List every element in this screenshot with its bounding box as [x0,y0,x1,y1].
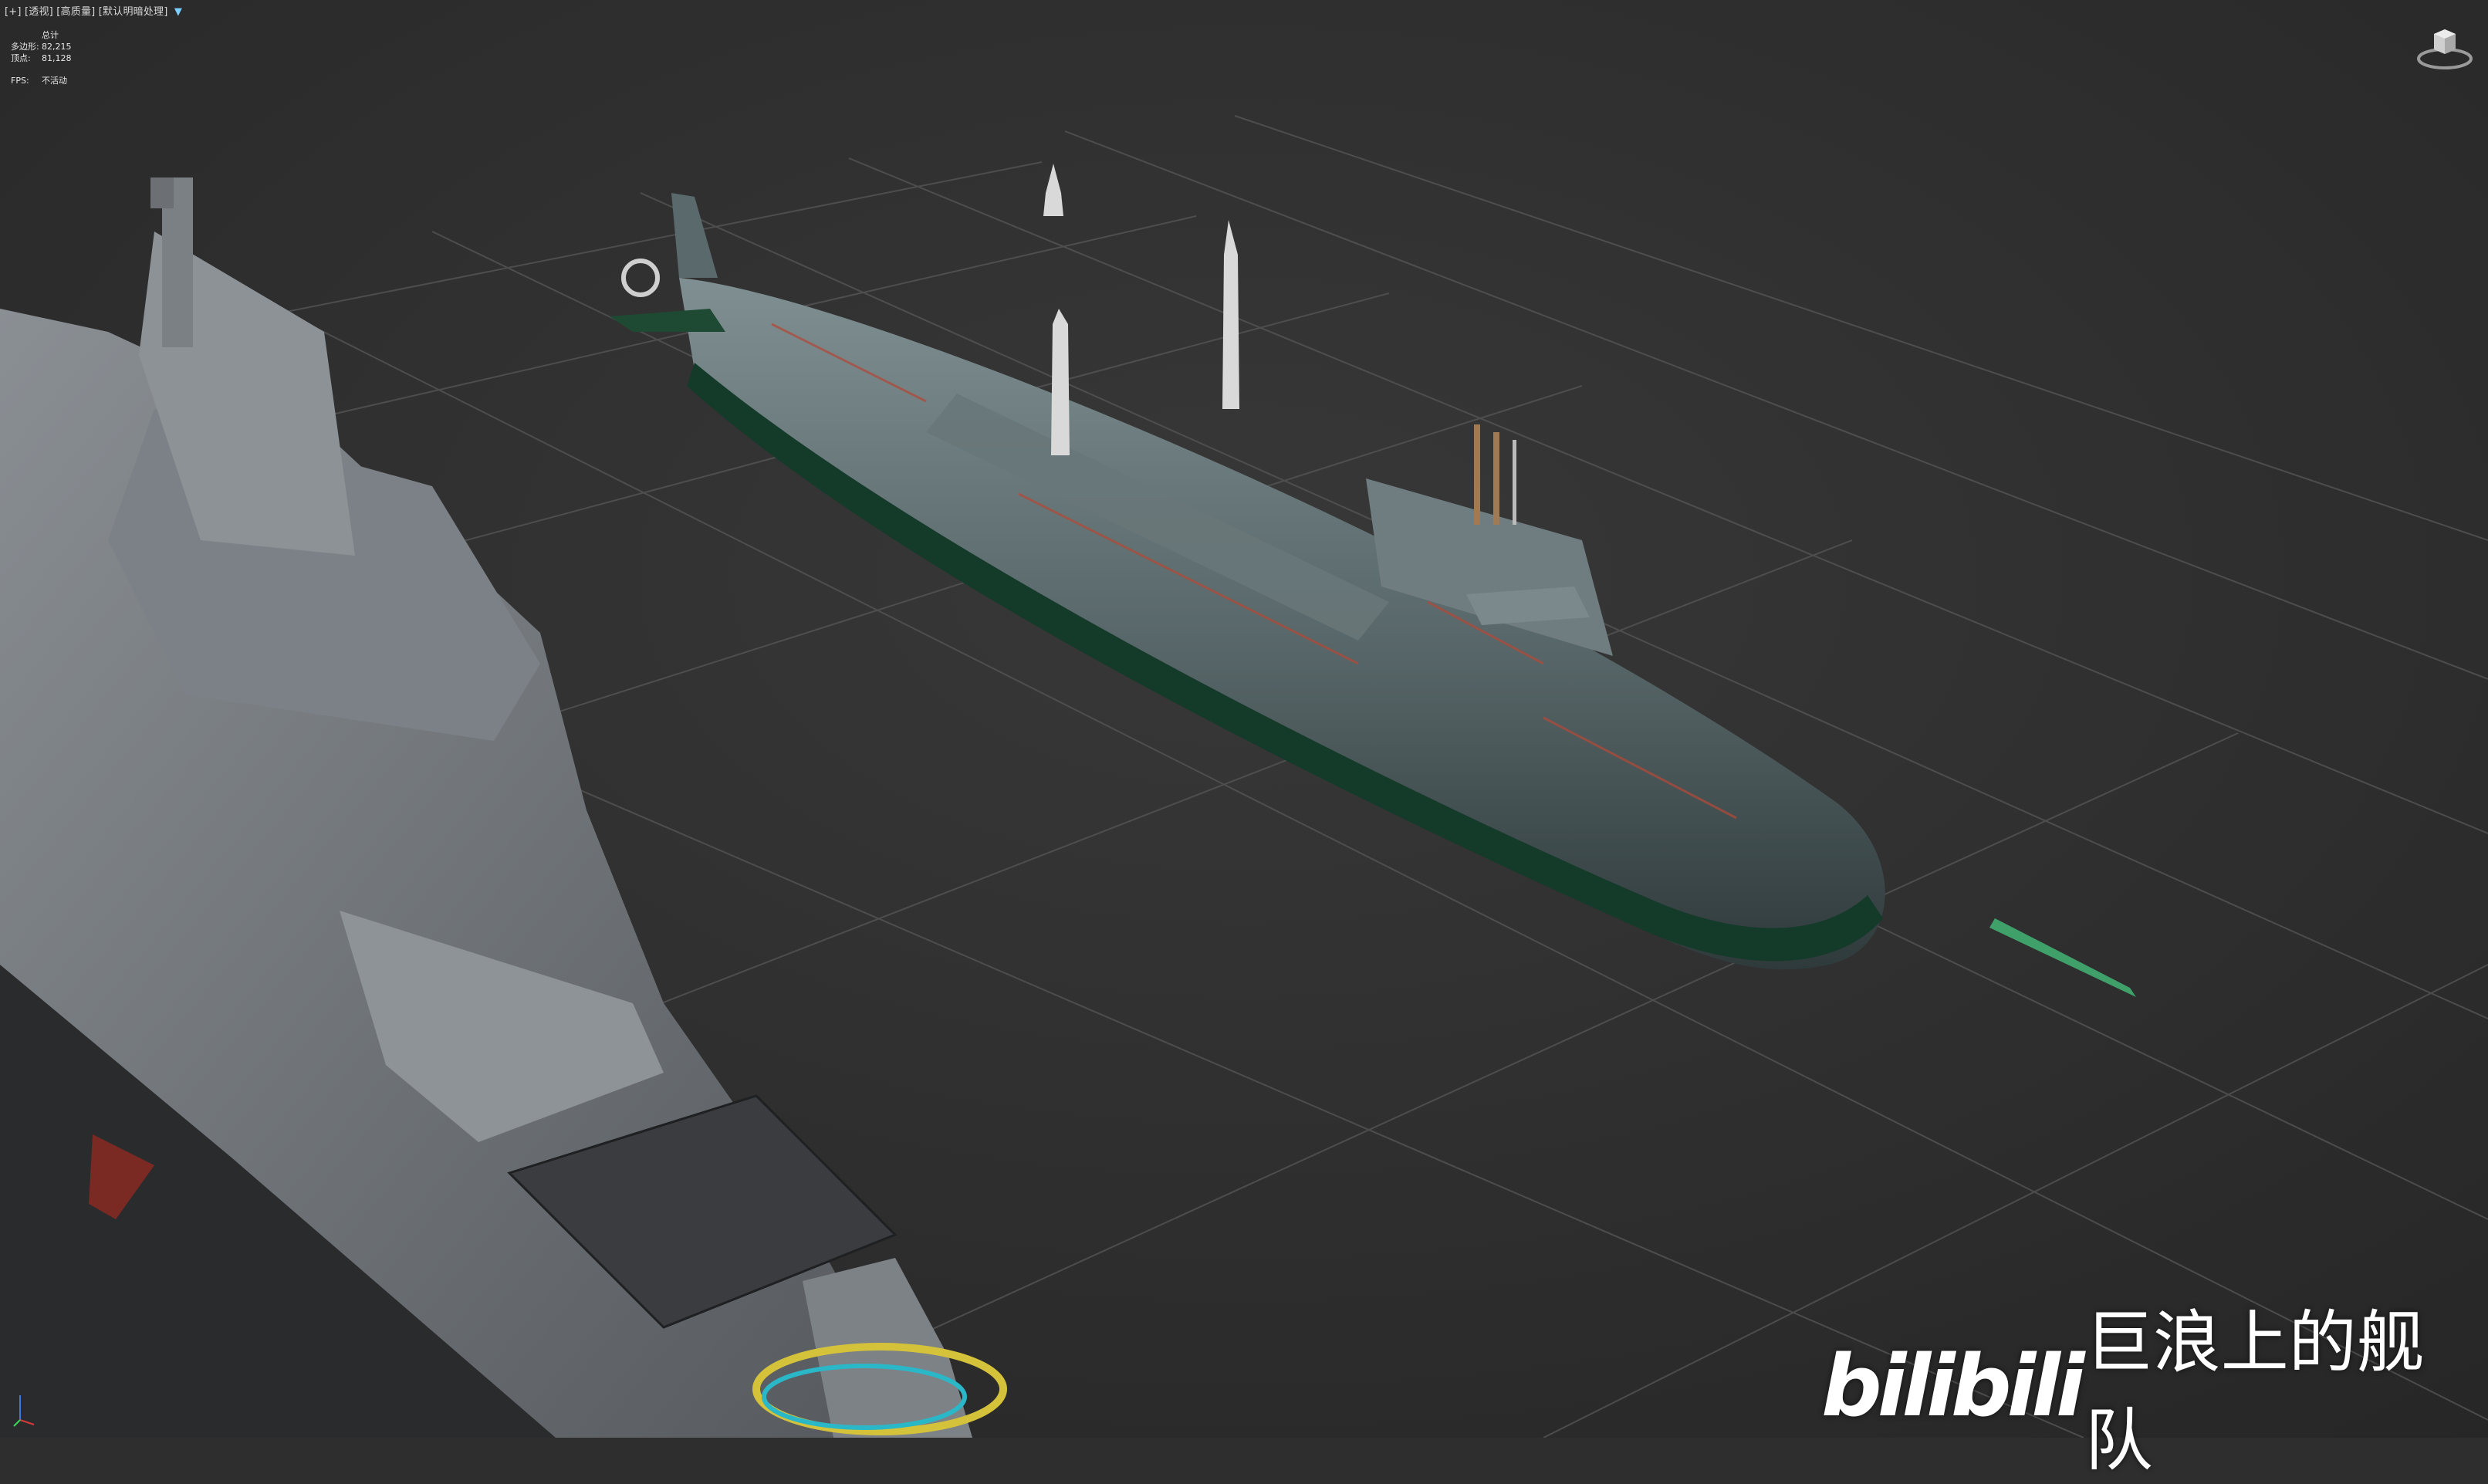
scene-render [0,0,2488,1438]
polygons-label: 多边形: [11,42,39,52]
bilibili-watermark: bilibili 巨浪上的舰队 [1821,1303,2488,1480]
stats-total-header: 总计 [42,30,59,40]
polygons-value: 82,215 [42,42,72,52]
viewport-shading-menu[interactable]: [默认明暗处理] [99,6,168,18]
fps-label: FPS: [11,76,29,86]
bilibili-logo: bilibili [1821,1336,2085,1435]
vertices-value: 81,128 [42,53,72,63]
filter-icon[interactable]: ▼ [174,6,182,18]
viewport-view-menu[interactable]: [透视] [25,6,53,18]
viewport-label-menu[interactable]: [+] [透视] [高质量] [默认明暗处理] ▼ [5,3,182,18]
viewcube-icon[interactable] [2414,23,2476,74]
viewport-general-menu[interactable]: [+] [5,6,22,18]
fps-value: 不活动 [42,76,67,86]
3d-viewport[interactable]: [+] [透视] [高质量] [默认明暗处理] ▼ 总计 多边形: 82,215… [0,0,2488,1480]
vertices-label: 顶点: [11,53,31,63]
viewport-statistics: 总计 多边形: 82,215 顶点: 81,128 FPS: 不活动 [11,29,72,86]
channel-name: 巨浪上的舰队 [2084,1302,2425,1480]
axis-tripod-icon [13,1395,35,1427]
viewport-quality-menu[interactable]: [高质量] [56,6,95,18]
